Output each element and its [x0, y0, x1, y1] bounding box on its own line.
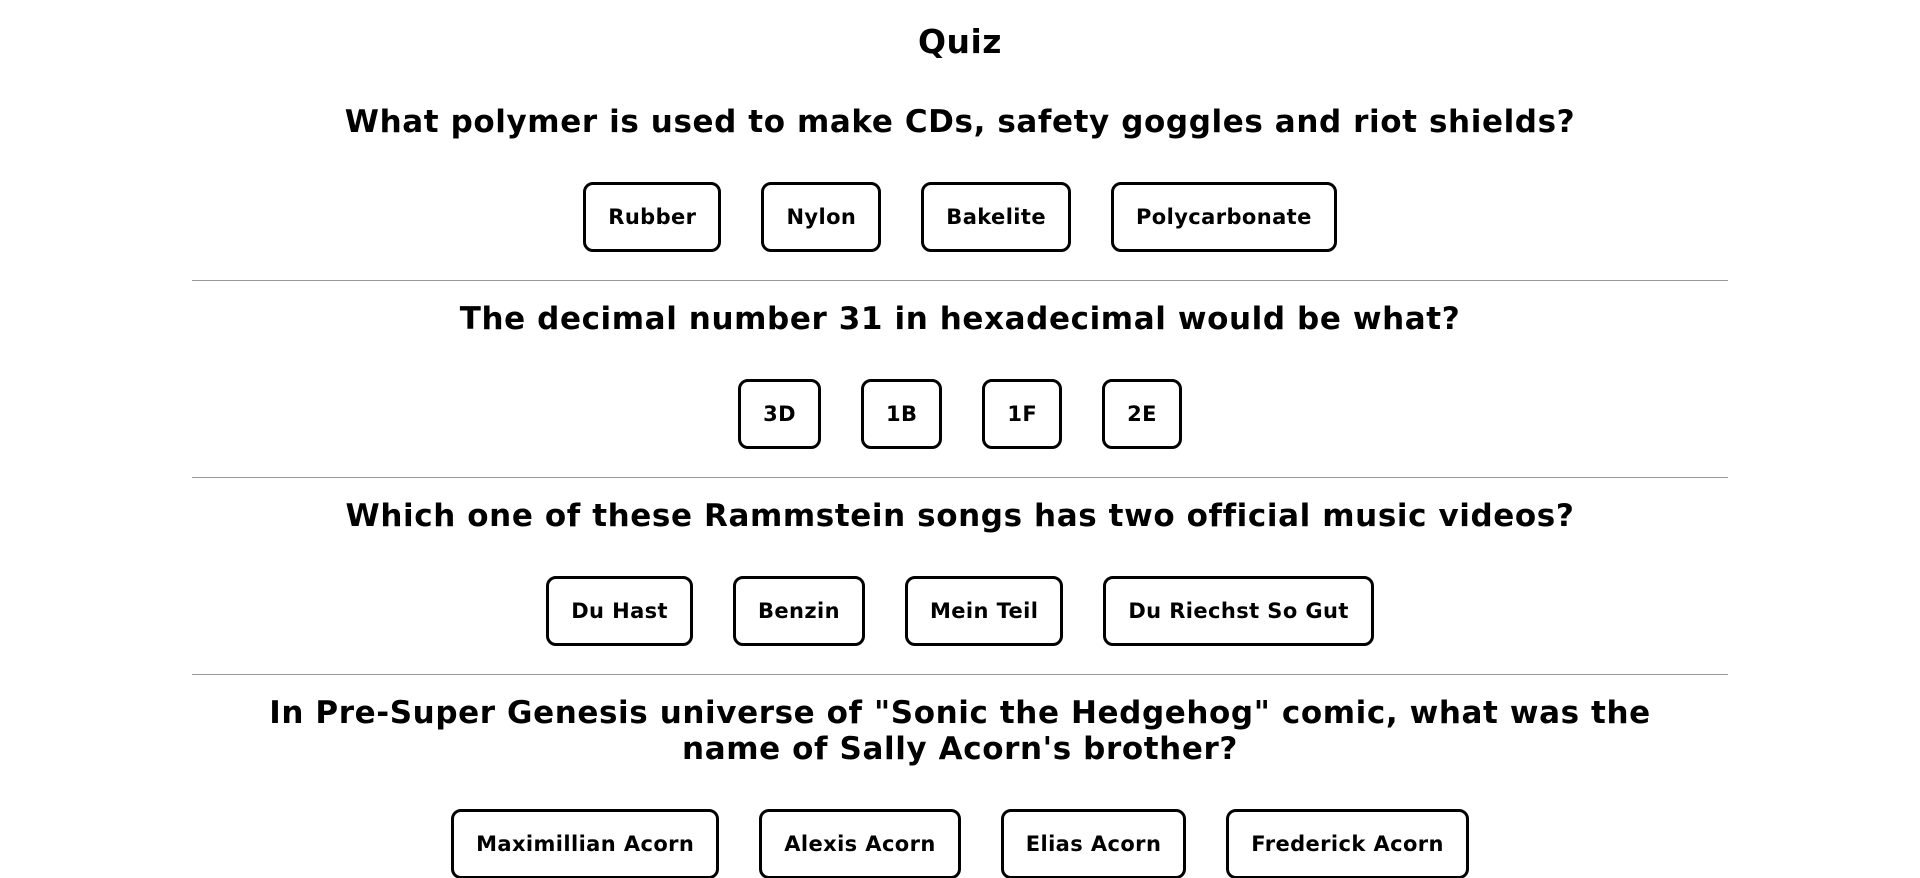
question-text: In Pre-Super Genesis universe of "Sonic …: [269, 695, 1651, 767]
answer-options: Rubber Nylon Bakelite Polycarbonate: [192, 140, 1728, 272]
question-block: In Pre-Super Genesis universe of "Sonic …: [192, 675, 1728, 878]
answer-options: Du Hast Benzin Mein Teil Du Riechst So G…: [192, 534, 1728, 666]
question-block: The decimal number 31 in hexadecimal wou…: [192, 281, 1728, 478]
answer-button[interactable]: Benzin: [732, 576, 865, 646]
answer-button[interactable]: 1B: [860, 379, 943, 449]
question-block: What polymer is used to make CDs, safety…: [192, 84, 1728, 281]
question-block: Which one of these Rammstein songs has t…: [192, 478, 1728, 675]
answer-button[interactable]: Rubber: [583, 182, 722, 252]
answer-button[interactable]: 2E: [1102, 379, 1182, 449]
answer-options: 3D 1B 1F 2E: [192, 337, 1728, 469]
question-text: Which one of these Rammstein songs has t…: [345, 498, 1575, 534]
answer-button[interactable]: Nylon: [761, 182, 882, 252]
answer-button[interactable]: Polycarbonate: [1110, 182, 1337, 252]
question-text: The decimal number 31 in hexadecimal wou…: [459, 301, 1461, 337]
answer-button[interactable]: 1F: [982, 379, 1063, 449]
answer-button[interactable]: Du Hast: [546, 576, 693, 646]
answer-button[interactable]: Maximillian Acorn: [451, 809, 720, 878]
answer-button[interactable]: Elias Acorn: [1000, 809, 1187, 878]
answer-options: Maximillian Acorn Alexis Acorn Elias Aco…: [192, 767, 1728, 878]
page-title: Quiz: [917, 22, 1003, 61]
answer-button[interactable]: Frederick Acorn: [1226, 809, 1469, 878]
answer-button[interactable]: Alexis Acorn: [759, 809, 961, 878]
answer-button[interactable]: Bakelite: [921, 182, 1071, 252]
question-list: What polymer is used to make CDs, safety…: [192, 84, 1728, 878]
quiz-page: Quiz What polymer is used to make CDs, s…: [0, 0, 1920, 878]
question-text: What polymer is used to make CDs, safety…: [344, 104, 1576, 140]
answer-button[interactable]: Mein Teil: [904, 576, 1064, 646]
answer-button[interactable]: 3D: [738, 379, 821, 449]
answer-button[interactable]: Du Riechst So Gut: [1103, 576, 1374, 646]
